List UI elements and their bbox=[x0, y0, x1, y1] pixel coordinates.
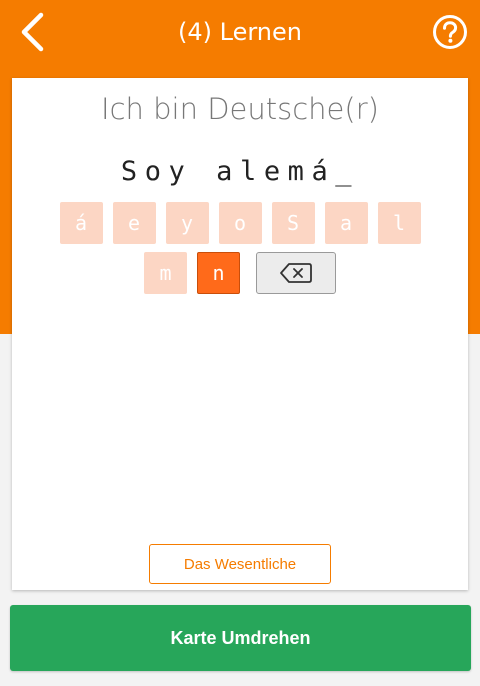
letter-keys-row-1: á e y o S a l bbox=[12, 202, 468, 244]
flashcard: Ich bin Deutsche(r) Soy alemá_ á e y o S… bbox=[12, 78, 468, 590]
letter-key[interactable]: á bbox=[59, 202, 103, 244]
letter-key[interactable]: y bbox=[165, 202, 209, 244]
letter-key[interactable]: o bbox=[218, 202, 262, 244]
letter-key[interactable]: e bbox=[112, 202, 156, 244]
flip-card-button[interactable]: Karte Umdrehen bbox=[10, 605, 471, 671]
card-prompt: Ich bin Deutsche(r) bbox=[101, 92, 379, 126]
help-button[interactable] bbox=[432, 14, 468, 50]
letter-key[interactable]: m bbox=[144, 252, 187, 294]
letter-key[interactable]: S bbox=[271, 202, 315, 244]
letter-key[interactable]: l bbox=[377, 202, 421, 244]
backspace-icon bbox=[280, 263, 312, 283]
letter-key[interactable]: n bbox=[197, 252, 240, 294]
answer-text: Soy alemá_ bbox=[120, 156, 360, 187]
app-screen: (4) Lernen Ich bin Deutsche(r) Soy alemá… bbox=[0, 0, 480, 686]
letter-keys-row-2: m n bbox=[12, 252, 468, 294]
page-title: (4) Lernen bbox=[178, 18, 302, 46]
app-header: (4) Lernen bbox=[0, 0, 480, 64]
help-circle-icon bbox=[433, 15, 467, 49]
letter-key[interactable]: a bbox=[324, 202, 368, 244]
backspace-button[interactable] bbox=[256, 252, 336, 294]
back-button[interactable] bbox=[14, 10, 50, 54]
essentials-button[interactable]: Das Wesentliche bbox=[149, 544, 331, 584]
chevron-left-icon bbox=[21, 12, 44, 52]
